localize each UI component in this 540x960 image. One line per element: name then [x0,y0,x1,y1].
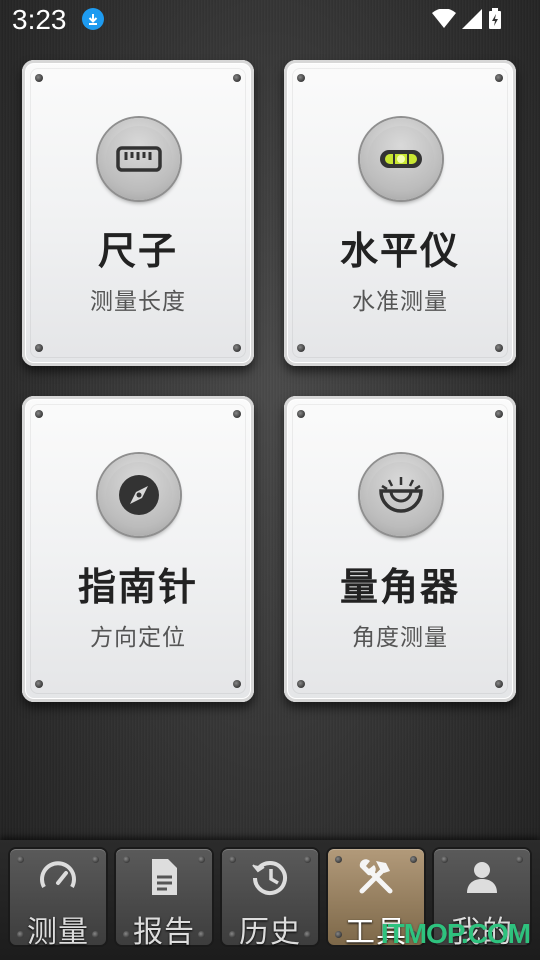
signal-icon [462,9,482,29]
screw-icon [495,680,503,688]
screw-icon [495,410,503,418]
screw-icon [441,856,448,863]
tab-measure[interactable]: 测量 [10,849,106,950]
screw-icon [297,410,305,418]
screw-icon [229,856,236,863]
screw-icon [304,856,311,863]
screw-icon [35,410,43,418]
screw-icon [123,856,130,863]
screw-icon [17,856,24,863]
card-title: 水平仪 [339,229,460,273]
ruler-icon [98,118,180,200]
card-subtitle: 方向定位 [90,625,186,651]
tools-icon [359,859,393,894]
screw-icon [297,680,305,688]
screw-icon [198,856,205,863]
card-compass[interactable]: 指南针 方向定位 [22,396,254,702]
wifi-icon [432,9,456,28]
screw-icon [516,856,523,863]
screw-icon [335,856,342,863]
screw-icon [233,410,241,418]
card-subtitle: 角度测量 [352,625,448,651]
card-subtitle: 测量长度 [90,289,186,315]
watermark: ITMOP.COM [380,918,531,949]
status-bar: 3:23 [0,0,540,38]
screw-icon [297,74,305,82]
screw-icon [233,344,241,352]
protractor-icon [360,454,442,536]
screw-icon [35,680,43,688]
download-icon [82,8,104,30]
screw-icon [410,856,417,863]
screw-icon [35,344,43,352]
card-level[interactable]: 水平仪 水准测量 [284,60,516,366]
screw-icon [35,74,43,82]
speedometer-icon [40,861,76,888]
screw-icon [297,344,305,352]
tab-report[interactable]: 报告 [116,849,212,950]
card-title: 指南针 [77,565,198,609]
card-protractor[interactable]: 量角器 角度测量 [284,396,516,702]
screw-icon [233,74,241,82]
document-icon [152,859,177,895]
screw-icon [495,344,503,352]
compass-icon [98,454,180,536]
level-icon [360,118,442,200]
screw-icon [92,856,99,863]
history-icon [252,861,287,895]
tab-history[interactable]: 历史 [222,849,318,950]
screw-icon [233,680,241,688]
screw-icon [495,74,503,82]
tab-label: 测量 [27,915,89,950]
tab-label: 报告 [133,915,195,950]
card-subtitle: 水准测量 [352,289,448,315]
tab-label: 历史 [239,915,301,950]
battery-icon [489,8,501,29]
card-title: 量角器 [339,565,460,609]
user-icon [467,862,497,893]
status-time: 3:23 [12,4,67,35]
card-ruler[interactable]: 尺子 测量长度 [22,60,254,366]
card-title: 尺子 [97,229,178,273]
